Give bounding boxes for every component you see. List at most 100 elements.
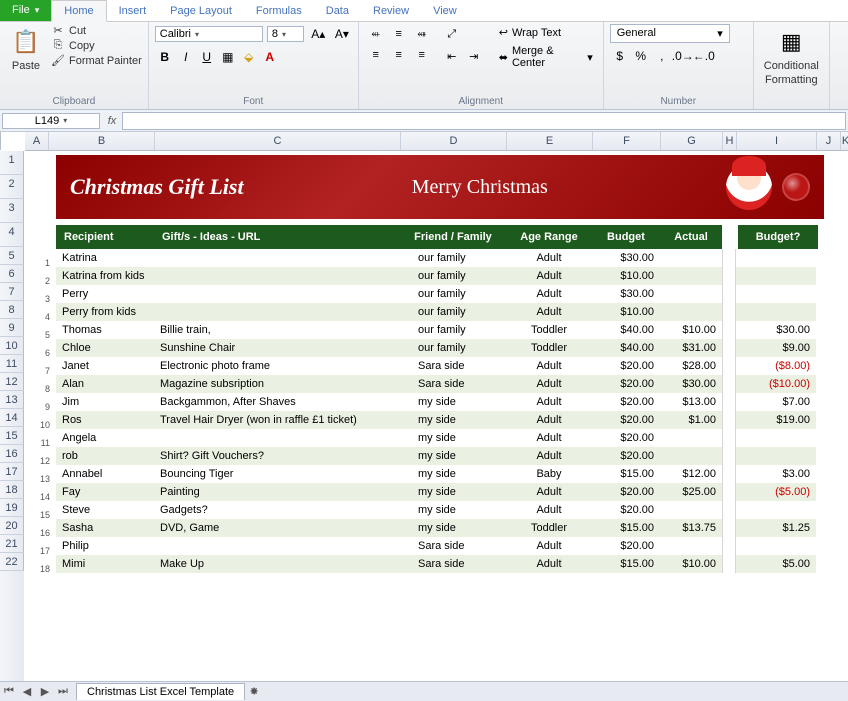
cell-friend-family[interactable]: my side	[400, 501, 506, 519]
row-header-12[interactable]: 12	[0, 373, 24, 391]
cell-over-budget[interactable]: ($5.00)	[736, 483, 816, 501]
cell-actual[interactable]	[660, 303, 722, 321]
row-header-14[interactable]: 14	[0, 409, 24, 427]
cell-friend-family[interactable]: our family	[400, 249, 506, 267]
cell-gift[interactable]: Bouncing Tiger	[154, 465, 400, 483]
border-button[interactable]: ▦	[218, 47, 238, 67]
cell-age[interactable]: Baby	[506, 465, 592, 483]
sheet-nav-last[interactable]: ⏭	[54, 685, 72, 698]
cell-gift[interactable]: Backgammon, After Shaves	[154, 393, 400, 411]
fill-color-button[interactable]: ⬙	[239, 47, 259, 67]
table-row[interactable]: 9JimBackgammon, After Shavesmy sideAdult…	[56, 393, 816, 411]
table-row[interactable]: 1Katrinaour familyAdult$30.00	[56, 249, 816, 267]
cell-over-budget[interactable]: ($8.00)	[736, 357, 816, 375]
copy-button[interactable]: ⎘Copy	[50, 39, 142, 52]
cell-over-budget[interactable]: $1.25	[736, 519, 816, 537]
table-row[interactable]: 7JanetElectronic photo frameSara sideAdu…	[56, 357, 816, 375]
cell-recipient[interactable]: Ros	[56, 411, 154, 429]
cell-friend-family[interactable]: my side	[400, 393, 506, 411]
cell-friend-family[interactable]: my side	[400, 465, 506, 483]
cell-actual[interactable]	[660, 285, 722, 303]
cell-recipient[interactable]: Janet	[56, 357, 154, 375]
cell-recipient[interactable]: Chloe	[56, 339, 154, 357]
col-header-G[interactable]: G	[661, 132, 723, 150]
cell-over-budget[interactable]	[736, 501, 816, 519]
tab-page-layout[interactable]: Page Layout	[158, 1, 244, 21]
tab-insert[interactable]: Insert	[107, 1, 159, 21]
cell-gift[interactable]: DVD, Game	[154, 519, 400, 537]
font-family-select[interactable]: Calibri	[155, 26, 263, 42]
cell-age[interactable]: Adult	[506, 483, 592, 501]
table-row[interactable]: 13AnnabelBouncing Tigermy sideBaby$15.00…	[56, 465, 816, 483]
conditional-formatting-button[interactable]: ▦ Conditional Formatting	[760, 24, 823, 88]
cell-gift[interactable]	[154, 285, 400, 303]
row-header-11[interactable]: 11	[0, 355, 24, 373]
row-header-17[interactable]: 17	[0, 463, 24, 481]
row-header-10[interactable]: 10	[0, 337, 24, 355]
table-row[interactable]: 10RosTravel Hair Dryer (won in raffle £1…	[56, 411, 816, 429]
cell-over-budget[interactable]	[736, 303, 816, 321]
row-header-6[interactable]: 6	[0, 265, 24, 283]
cell-age[interactable]: Adult	[506, 249, 592, 267]
col-header-E[interactable]: E	[507, 132, 593, 150]
tab-file[interactable]: File	[0, 0, 51, 21]
cell-over-budget[interactable]: $3.00	[736, 465, 816, 483]
increase-decimal-button[interactable]: .0→	[673, 46, 693, 66]
cell-age[interactable]: Toddler	[506, 339, 592, 357]
cell-budget[interactable]: $20.00	[592, 537, 660, 555]
cell-friend-family[interactable]: my side	[400, 411, 506, 429]
cell-actual[interactable]	[660, 537, 722, 555]
cell-gift[interactable]: Billie train,	[154, 321, 400, 339]
col-header-J[interactable]: J	[817, 132, 841, 150]
col-header-F[interactable]: F	[593, 132, 661, 150]
cell-budget[interactable]: $20.00	[592, 375, 660, 393]
cell-budget[interactable]: $20.00	[592, 483, 660, 501]
cell-recipient[interactable]: Angela	[56, 429, 154, 447]
cell-friend-family[interactable]: our family	[400, 339, 506, 357]
cell-gift[interactable]	[154, 429, 400, 447]
row-header-4[interactable]: 4	[0, 223, 24, 247]
cell-budget[interactable]: $40.00	[592, 321, 660, 339]
cell-actual[interactable]: $13.75	[660, 519, 722, 537]
cell-budget[interactable]: $30.00	[592, 285, 660, 303]
orientation-button[interactable]: ⤢	[441, 24, 463, 44]
cell-recipient[interactable]: Perry from kids	[56, 303, 154, 321]
cut-button[interactable]: ✂Cut	[50, 24, 142, 37]
cell-recipient[interactable]: Steve	[56, 501, 154, 519]
row-header-8[interactable]: 8	[0, 301, 24, 319]
tab-review[interactable]: Review	[361, 1, 421, 21]
table-row[interactable]: 8AlanMagazine subsriptionSara sideAdult$…	[56, 375, 816, 393]
cell-budget[interactable]: $30.00	[592, 249, 660, 267]
tab-view[interactable]: View	[421, 1, 469, 21]
cell-age[interactable]: Toddler	[506, 321, 592, 339]
cell-budget[interactable]: $10.00	[592, 267, 660, 285]
sheet-tab[interactable]: Christmas List Excel Template	[76, 683, 245, 700]
italic-button[interactable]: I	[176, 47, 196, 67]
cell-over-budget[interactable]	[736, 249, 816, 267]
bold-button[interactable]: B	[155, 47, 175, 67]
decrease-indent-button[interactable]: ⇤	[441, 46, 463, 66]
cell-age[interactable]: Adult	[506, 447, 592, 465]
cell-actual[interactable]: $1.00	[660, 411, 722, 429]
paste-button[interactable]: 📋 Paste	[6, 24, 46, 74]
formula-input[interactable]	[122, 112, 846, 130]
cell-over-budget[interactable]: $9.00	[736, 339, 816, 357]
cell-actual[interactable]: $28.00	[660, 357, 722, 375]
cell-actual[interactable]: $25.00	[660, 483, 722, 501]
cell-actual[interactable]	[660, 249, 722, 267]
cell-budget[interactable]: $15.00	[592, 519, 660, 537]
cell-friend-family[interactable]: my side	[400, 483, 506, 501]
col-header-D[interactable]: D	[401, 132, 507, 150]
cell-friend-family[interactable]: our family	[400, 285, 506, 303]
table-row[interactable]: 2Katrina from kidsour familyAdult$10.00	[56, 267, 816, 285]
cell-actual[interactable]: $13.00	[660, 393, 722, 411]
cell-gift[interactable]: Shirt? Gift Vouchers?	[154, 447, 400, 465]
cell-age[interactable]: Adult	[506, 393, 592, 411]
cell-over-budget[interactable]	[736, 429, 816, 447]
cell-recipient[interactable]: Katrina from kids	[56, 267, 154, 285]
cell-actual[interactable]	[660, 501, 722, 519]
cell-budget[interactable]: $20.00	[592, 411, 660, 429]
sheet-nav-next[interactable]: ▶	[36, 685, 54, 698]
cell-age[interactable]: Adult	[506, 537, 592, 555]
cell-budget[interactable]: $20.00	[592, 447, 660, 465]
